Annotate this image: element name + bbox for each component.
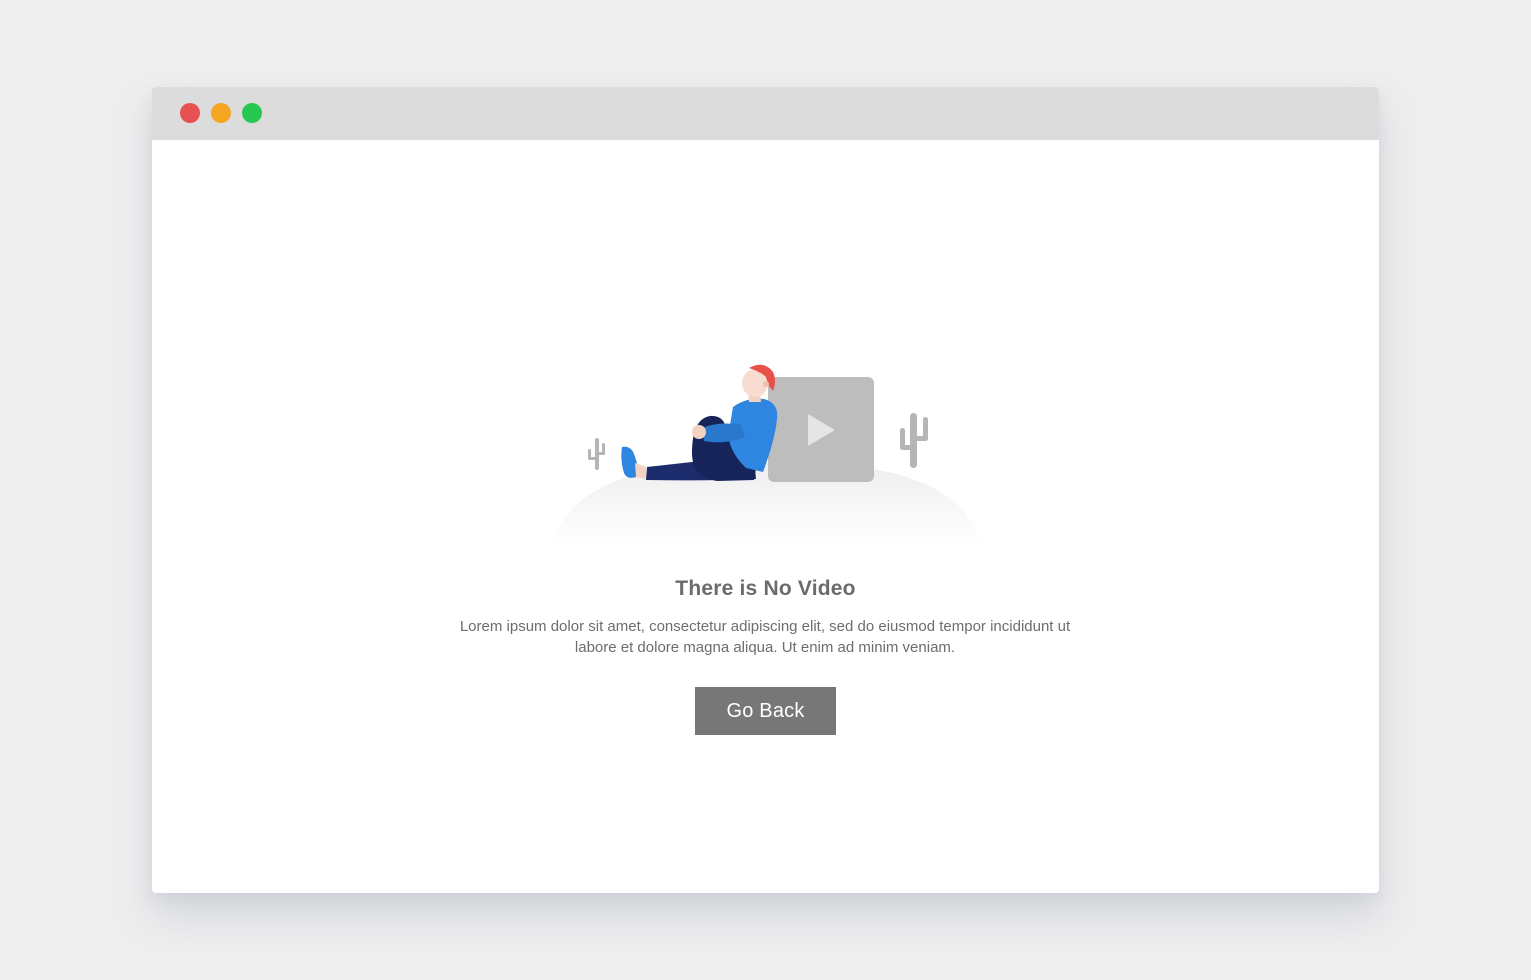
- empty-state-description: Lorem ipsum dolor sit amet, consectetur …: [459, 618, 1071, 656]
- go-back-button[interactable]: Go Back: [695, 687, 836, 735]
- empty-state-title: There is No Video: [675, 577, 856, 600]
- video-play-icon: [768, 377, 874, 482]
- cactus-icon: [588, 438, 605, 470]
- empty-state-illustration: [542, 355, 992, 555]
- window-titlebar: [152, 87, 1379, 140]
- maximize-window-button[interactable]: [242, 103, 262, 123]
- cactus-icon: [900, 413, 928, 468]
- minimize-window-button[interactable]: [211, 103, 231, 123]
- ground-mound: [552, 462, 982, 545]
- browser-window: There is No Video Lorem ipsum dolor sit …: [152, 87, 1379, 893]
- person-sitting-icon: [621, 364, 778, 481]
- close-window-button[interactable]: [180, 103, 200, 123]
